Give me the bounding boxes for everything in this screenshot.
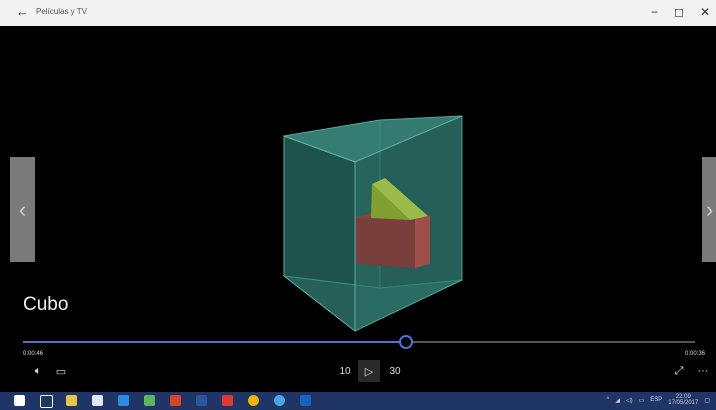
restore-icon[interactable]: ◻ — [674, 5, 684, 19]
chevron-right-icon: › — [706, 196, 714, 222]
title-bar: ← Películas y TV − ◻ ✕ — [0, 0, 716, 26]
clock-date: 17/05/2017 — [668, 400, 699, 406]
chevron-up-icon[interactable]: ^ — [607, 397, 610, 403]
keyboard-icon[interactable]: ▭ — [639, 397, 645, 404]
video-area[interactable]: ‹ › Cubo 0:00:46 0:00:36 🔈︎ ▭ 10 ▷ 30 ⤢ … — [0, 26, 716, 392]
clock[interactable]: 22:09 17/05/2017 — [668, 394, 698, 406]
subtitles-icon: ▭ — [55, 365, 67, 378]
skip-forward-icon: 30 — [389, 365, 401, 377]
word-icon[interactable] — [196, 395, 207, 406]
skip-back-icon: 10 — [339, 365, 351, 377]
skip-back-button[interactable]: 10 — [338, 362, 352, 380]
fullscreen-button[interactable]: ⤢ — [672, 362, 686, 380]
window-controls: − ◻ ✕ — [651, 5, 710, 19]
network-icon[interactable]: ◢ — [615, 397, 620, 404]
movie-title: Cubo — [23, 294, 69, 315]
file-explorer-icon[interactable] — [66, 395, 77, 406]
seek-bar[interactable] — [23, 335, 695, 349]
back-arrow-icon[interactable]: ← — [16, 4, 29, 19]
notifications-icon[interactable]: ▢ — [704, 397, 710, 404]
edge-icon[interactable] — [118, 395, 129, 406]
video-frame-cube — [282, 115, 463, 333]
store-icon[interactable] — [92, 395, 103, 406]
next-button[interactable]: › — [702, 157, 716, 262]
minimize-icon[interactable]: − — [651, 5, 658, 19]
app-icon[interactable] — [222, 395, 233, 406]
seek-bar-progress — [23, 341, 407, 343]
expand-icon: ⤢ — [674, 364, 684, 377]
time-remaining: 0:00:36 — [685, 351, 706, 357]
play-button[interactable]: ▷ — [358, 360, 380, 382]
more-button[interactable]: ··· — [696, 362, 710, 380]
taskbar: ^ ◢ ◁) ▭ ESP 22:09 17/05/2017 ▢ — [0, 392, 716, 410]
more-icon: ··· — [697, 365, 709, 377]
time-elapsed: 0:00:46 — [23, 351, 44, 357]
volume-icon: 🔈︎ — [34, 364, 42, 377]
powerpoint-icon[interactable] — [170, 395, 181, 406]
chrome-icon[interactable] — [248, 395, 259, 406]
internet-explorer-icon[interactable] — [274, 395, 285, 406]
speaker-icon[interactable]: ◁) — [626, 397, 633, 404]
window-title: Películas y TV — [36, 7, 87, 16]
skip-forward-button[interactable]: 30 — [388, 362, 402, 380]
close-icon[interactable]: ✕ — [700, 5, 710, 19]
play-icon: ▷ — [364, 365, 374, 378]
maps-icon[interactable] — [144, 395, 155, 406]
windows-logo-icon[interactable] — [14, 395, 25, 406]
subtitles-button[interactable]: ▭ — [54, 362, 68, 380]
language-indicator[interactable]: ESP — [650, 397, 662, 403]
seek-thumb[interactable] — [399, 335, 414, 349]
task-view-icon[interactable] — [40, 395, 53, 408]
movies-tv-icon[interactable] — [300, 395, 311, 406]
chevron-left-icon: ‹ — [18, 196, 27, 222]
volume-button[interactable]: 🔈︎ — [30, 362, 46, 380]
system-tray: ^ ◢ ◁) ▭ ESP 22:09 17/05/2017 ▢ — [607, 394, 710, 406]
previous-button[interactable]: ‹ — [10, 157, 35, 262]
